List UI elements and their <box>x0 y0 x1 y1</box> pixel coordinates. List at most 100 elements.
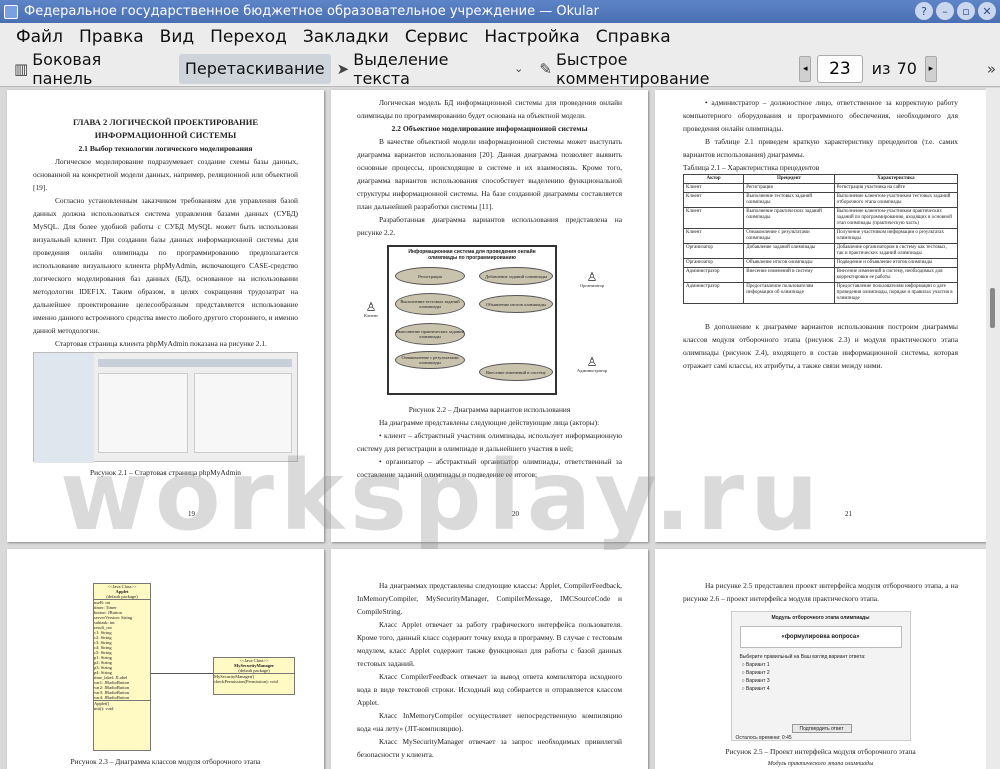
previous-page-icon[interactable]: ◂ <box>799 55 812 82</box>
figure-caption: Рисунок 2.1 – Стартовая страница phpMyAd… <box>90 468 241 477</box>
table-cell: Выполнение клиентом-участником практичес… <box>833 207 959 229</box>
option-label: Вариант 2 <box>745 670 770 676</box>
help-icon[interactable]: ? <box>915 2 933 20</box>
page-number: 19 <box>188 510 195 518</box>
window-title: Федеральное государственное бюджетное об… <box>24 4 599 19</box>
table-row: Клиент Регистрация Регистрация участника н… <box>682 183 959 193</box>
figure-caption: Рисунок 2.3 – Диаграмма классов модуля о… <box>70 757 261 766</box>
use-case: Объявление итогов олимпиады <box>479 295 553 313</box>
bullet-item: организатор – абстрактный организатор ол… <box>357 455 622 481</box>
table-cell: Организатор <box>682 258 745 268</box>
table-cell: Получение участником информации о резуль… <box>833 228 959 244</box>
paragraph: В таблице 2.1 приведем краткую характери… <box>683 137 958 159</box>
option-label: Вариант 1 <box>745 662 770 668</box>
drag-mode-button[interactable]: Перетаскивание <box>178 53 331 84</box>
paragraph: Класс InMemoryCompiler осуществляет непо… <box>357 711 622 733</box>
menu-edit[interactable]: Правка <box>71 27 152 47</box>
paragraph: В дополнение к диаграмме вариантов испол… <box>683 322 958 370</box>
table-row: Клиент Ознакомление с результатами олимпи… <box>682 228 959 244</box>
menu-bar: Файл Правка Вид Переход Закладки Сервис … <box>0 23 1000 51</box>
page-24: На рисунке 2.5 представлен проект интерф… <box>655 549 986 769</box>
menu-view[interactable]: Вид <box>152 27 202 47</box>
use-case: Выполнение тестовых заданий олимпиады <box>395 293 465 315</box>
table-row: Организатор Добавление заданий олимпиады Д… <box>682 243 959 259</box>
close-icon[interactable]: ✕ <box>978 2 996 20</box>
text-select-label: Выделение текста <box>353 49 449 88</box>
figure-caption: Рисунок 2.5 – Проект интерфейса модуля о… <box>725 747 916 756</box>
table-caption: Таблица 2.1 – Характеристика прецедентов <box>683 163 820 172</box>
use-case: Выполнение практических заданий олимпиад… <box>395 323 465 345</box>
class-method: init(): void <box>94 706 114 711</box>
diagram-title: Информационная система для проведения он… <box>408 249 536 261</box>
actor-label: Организатор <box>579 283 605 288</box>
menu-bookmarks[interactable]: Закладки <box>295 27 397 47</box>
phpmyadmin-screenshot <box>33 352 298 463</box>
table-cell: Выполнение клиентом-участником тестовых … <box>833 192 959 208</box>
sidebar-button[interactable]: ▥ Боковая панель <box>8 50 171 88</box>
menu-tools[interactable]: Сервис <box>397 27 477 47</box>
page-number-input[interactable]: 23 <box>817 54 863 83</box>
sidebar-icon: ▥ <box>14 59 29 78</box>
table-cell: Клиент <box>682 192 745 208</box>
maximize-icon[interactable]: ▫ <box>957 2 975 20</box>
table-cell: Клиент <box>682 228 745 244</box>
table-row: Организатор Объявление итогов олимпиады По… <box>682 258 959 268</box>
menu-go[interactable]: Переход <box>202 27 295 47</box>
next-page-icon[interactable]: ▸ <box>924 55 937 82</box>
table-cell: Администратор <box>682 267 745 283</box>
table-cell: Клиент <box>682 183 745 193</box>
stick-figure-icon: ♙ <box>586 270 598 284</box>
paragraph: В качестве объектной модели информационн… <box>357 137 622 211</box>
paragraph: Стартовая страница клиента phpMyAdmin по… <box>55 339 267 348</box>
page-number: 20 <box>512 510 519 518</box>
menu-settings[interactable]: Настройка <box>476 27 587 47</box>
paragraph: На диаграммах представлены следующие кла… <box>357 581 622 616</box>
table-cell: Ознакомление с результатами олимпиады <box>743 228 835 244</box>
paragraph: Класс MySecurityManager отвечает за запр… <box>357 737 622 759</box>
table-cell: Организатор <box>682 243 745 259</box>
okular-app-icon <box>4 4 18 19</box>
minimize-icon[interactable]: – <box>936 2 954 20</box>
menu-file[interactable]: Файл <box>8 27 71 47</box>
paragraph: Класс CompilerFeedback отвечает за вывод… <box>357 672 622 707</box>
actor-label: Клиент <box>363 313 379 318</box>
scrollbar-thumb[interactable] <box>990 288 995 328</box>
section-heading: 2.1 Выбор технологии логического моделир… <box>78 144 253 153</box>
window-controls: ? – ▫ ✕ <box>915 2 996 20</box>
interface-mockup: Модуль отборочного этапа олимпиады «форм… <box>730 611 911 741</box>
toolbar: ▥ Боковая панель Перетаскивание ➤ Выделе… <box>0 50 1000 88</box>
table-cell: Внесение изменений в систему, необходимы… <box>833 267 959 283</box>
page-of-label: из <box>871 59 891 78</box>
vertical-scrollbar[interactable] <box>986 88 1000 769</box>
table-cell: Клиент <box>682 207 745 229</box>
actor-label: Администратор <box>576 368 608 373</box>
paragraph: Логическое моделирование подразумевает с… <box>33 157 298 192</box>
table-cell: Выполнение практических заданий олимпиад… <box>743 207 835 229</box>
table-header-row: Актор Прецедент Характеристика <box>682 174 959 184</box>
mockup-submit: Подтвердить ответ <box>791 724 852 733</box>
table-cell: Регистрация участника на сайте <box>833 183 959 193</box>
actor-client: ♙ Клиент <box>357 301 385 318</box>
paragraph: Согласно установленным заказчиком требов… <box>33 196 298 335</box>
chevron-down-icon[interactable]: ⌄ <box>514 62 523 75</box>
paragraph: Разработанная диаграмма вариантов исполь… <box>357 215 622 237</box>
column-header: Прецедент <box>743 174 835 184</box>
table-row: Клиент Выполнение практических заданий ол… <box>682 207 959 229</box>
column-header: Характеристика <box>833 174 959 184</box>
association-line <box>151 673 213 674</box>
paragraph: Логическая модель БД информационной сист… <box>357 98 622 120</box>
bullet-item: администратор – должностное лицо, ответс… <box>683 96 958 135</box>
toolbar-overflow-icon[interactable]: » <box>987 60 996 78</box>
option-label: Вариант 4 <box>745 686 770 692</box>
menu-help[interactable]: Справка <box>588 27 679 47</box>
table-cell: Внесение изменений в систему <box>743 267 835 283</box>
table-cell: Подведение и объявление итогов олимпиады <box>833 258 959 268</box>
paragraph: На рисунке 2.5 представлен проект интерф… <box>683 581 958 603</box>
chapter-heading-line2: ИНФОРМАЦИОННОЙ СИСТЕМЫ <box>94 130 237 140</box>
table-row: Администратор Предоставление пользователя… <box>682 282 959 304</box>
total-pages-label: 70 <box>896 59 917 78</box>
class-diagram: <<Java Class>> Applet (default package) … <box>33 583 298 753</box>
text-select-button[interactable]: ➤ Выделение текста ⌄ <box>331 50 534 88</box>
document-viewer[interactable]: ГЛАВА 2 ЛОГИЧЕСКОЙ ПРОЕКТИРОВАНИЕ ИНФОРМ… <box>0 88 986 769</box>
quick-comment-button[interactable]: ✎ Быстрое комментирование <box>533 50 789 88</box>
